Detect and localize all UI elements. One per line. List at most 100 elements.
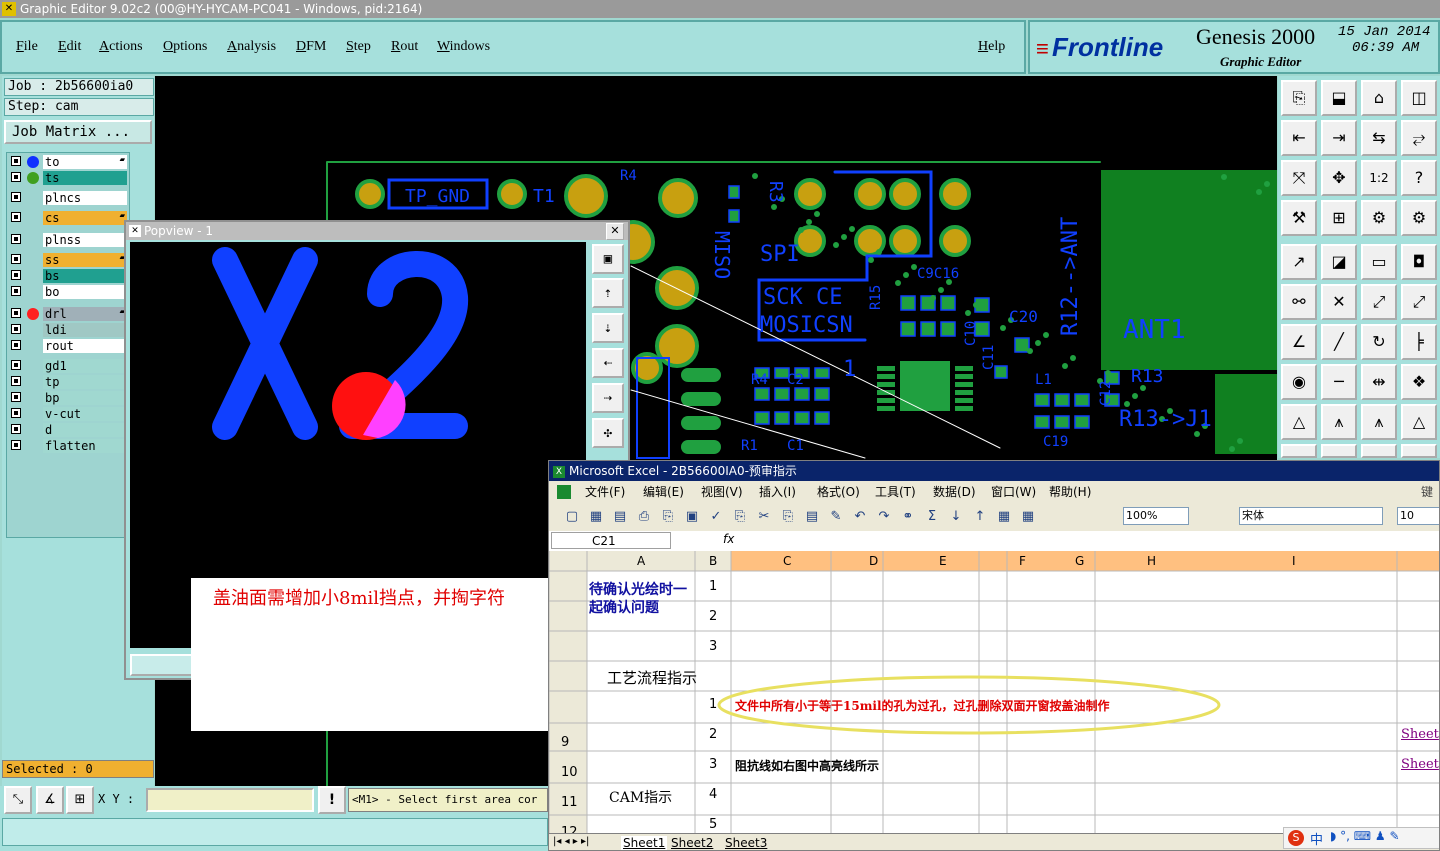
popview-tool-6[interactable]: ✣ xyxy=(592,418,624,448)
excel-toolbar-icon-15[interactable]: ⚭ xyxy=(899,508,917,526)
toolbox-button-28-icon[interactable]: ╞ xyxy=(1401,324,1437,360)
toolbox-button-32-icon[interactable]: ❖ xyxy=(1401,364,1437,400)
layer-row-bp[interactable]: bp xyxy=(9,391,127,405)
toolbox-button-21-icon[interactable]: ⚯ xyxy=(1281,284,1317,320)
excel-menu-tools[interactable]: 工具(T) xyxy=(875,481,916,503)
excel-toolbar-icon-8[interactable]: ⎘ xyxy=(731,508,749,526)
toolbox-button-38-icon[interactable] xyxy=(1321,444,1357,458)
excel-toolbar-icon-4[interactable]: ⎙ xyxy=(635,508,653,526)
sheet-hyperlink-2[interactable]: Sheet xyxy=(1401,757,1439,772)
name-box[interactable]: C21 xyxy=(551,532,671,549)
layer-row-cs[interactable]: cs ▰ xyxy=(9,211,127,225)
excel-toolbar-icon-12[interactable]: ✎ xyxy=(827,508,845,526)
toolbox-button-18-icon[interactable]: ◪ xyxy=(1321,244,1357,280)
toolbox-button-13-icon[interactable]: ⚒ xyxy=(1281,200,1317,236)
excel-doc-icon[interactable] xyxy=(557,485,571,499)
toolbox-button-34-icon[interactable]: ⩚ xyxy=(1321,404,1357,440)
toolbox-button-37-icon[interactable] xyxy=(1281,444,1317,458)
toolbox-button-20-icon[interactable]: ◘ xyxy=(1401,244,1437,280)
popview-tool-3[interactable]: ⇣ xyxy=(592,313,624,343)
column-header-h[interactable]: H xyxy=(1147,554,1156,568)
sheet-hyperlink-1[interactable]: Sheet xyxy=(1401,727,1439,742)
popview-tool-1[interactable]: ▣ xyxy=(592,244,624,274)
tab-sheet1[interactable]: Sheet1 xyxy=(621,836,668,850)
toolbox-button-29-icon[interactable]: ◉ xyxy=(1281,364,1317,400)
popview-tool-5[interactable]: ⇢ xyxy=(592,383,624,413)
excel-menu-file[interactable]: 文件(F) xyxy=(585,481,625,503)
layer-visibility-checkbox[interactable] xyxy=(11,234,21,244)
toolbox-button-39-icon[interactable] xyxy=(1361,444,1397,458)
excel-toolbar-icon-7[interactable]: ✓ xyxy=(707,508,725,526)
excel-menu-help[interactable]: 帮助(H) xyxy=(1049,481,1091,503)
row-header-10[interactable]: 10 xyxy=(561,765,578,780)
layer-row-to[interactable]: to ▰ xyxy=(9,155,127,169)
toolbox-button-25-icon[interactable]: ∠ xyxy=(1281,324,1317,360)
layer-row-bs[interactable]: bs xyxy=(9,269,127,283)
excel-toolbar-icon-1[interactable]: ▢ xyxy=(563,508,581,526)
menu-dfm[interactable]: DFM xyxy=(296,39,326,55)
excel-menu-data[interactable]: 数据(D) xyxy=(933,481,976,503)
menu-windows[interactable]: Windows xyxy=(437,39,490,55)
layer-visibility-checkbox[interactable] xyxy=(11,286,21,296)
tab-sheet3[interactable]: Sheet3 xyxy=(725,836,767,850)
column-header-f[interactable]: F xyxy=(1019,554,1026,568)
layer-visibility-checkbox[interactable] xyxy=(11,212,21,222)
layer-visibility-checkbox[interactable] xyxy=(11,376,21,386)
row-header-9[interactable]: 9 xyxy=(561,735,569,750)
row-header-11[interactable]: 11 xyxy=(561,795,578,810)
tab-nav-icon[interactable]: |◂ ◂ ▸ ▸| xyxy=(553,836,589,847)
layer-visibility-checkbox[interactable] xyxy=(11,308,21,318)
layer-row-rout[interactable]: rout xyxy=(9,339,127,353)
toolbox-button-23-icon[interactable]: ⤢ xyxy=(1361,284,1397,320)
toolbox-button-3-icon[interactable]: ⌂ xyxy=(1361,80,1397,116)
toolbox-button-33-icon[interactable]: △ xyxy=(1281,404,1317,440)
layer-visibility-checkbox[interactable] xyxy=(11,324,21,334)
layer-row-ldi[interactable]: ldi xyxy=(9,323,127,337)
toolbox-button-12-icon[interactable]: ? xyxy=(1401,160,1437,196)
column-header-d[interactable]: D xyxy=(869,554,878,568)
toolbox-button-2-icon[interactable]: ⬓ xyxy=(1321,80,1357,116)
job-matrix-button[interactable]: Job Matrix ... xyxy=(4,120,152,144)
toolbox-button-17-icon[interactable]: ↗ xyxy=(1281,244,1317,280)
toolbox-button-26-icon[interactable]: ╱ xyxy=(1321,324,1357,360)
toolbox-button-40-icon[interactable] xyxy=(1401,444,1437,458)
layer-row-drl[interactable]: drl ▰ xyxy=(9,307,127,321)
toolbox-button-27-icon[interactable]: ↻ xyxy=(1361,324,1397,360)
toolbox-button-8-icon[interactable]: ⥂ xyxy=(1401,120,1437,156)
toolbox-button-36-icon[interactable]: △ xyxy=(1401,404,1437,440)
layer-visibility-checkbox[interactable] xyxy=(11,270,21,280)
layer-visibility-checkbox[interactable] xyxy=(11,254,21,264)
excel-menu-edit[interactable]: 编辑(E) xyxy=(643,481,684,503)
excel-toolbar-icon-14[interactable]: ↷ xyxy=(875,508,893,526)
excel-toolbar-icon-13[interactable]: ↶ xyxy=(851,508,869,526)
excel-toolbar-icon-11[interactable]: ▤ xyxy=(803,508,821,526)
tab-sheet2[interactable]: Sheet2 xyxy=(671,836,713,850)
layer-row-plnss[interactable]: plnss xyxy=(9,233,127,247)
menu-actions[interactable]: Actions xyxy=(99,39,143,55)
toolbox-button-16-icon[interactable]: ⚙ xyxy=(1401,200,1437,236)
excel-menu-insert[interactable]: 插入(I) xyxy=(759,481,796,503)
layer-row-v-cut[interactable]: v-cut xyxy=(9,407,127,421)
toolbox-button-5-icon[interactable]: ⇤ xyxy=(1281,120,1317,156)
excel-toolbar-icon-16[interactable]: Σ xyxy=(923,508,941,526)
layer-row-bo[interactable]: bo xyxy=(9,285,127,299)
measure-button[interactable]: ∡ xyxy=(36,786,64,814)
xy-input[interactable] xyxy=(146,788,314,812)
excel-toolbar-icon-6[interactable]: ▣ xyxy=(683,508,701,526)
popview-close-button[interactable]: ✕ xyxy=(606,223,624,240)
ime-tools-icon[interactable]: ◗ °, ⌨ ♟ ✎ xyxy=(1330,829,1400,843)
menu-edit[interactable]: Edit xyxy=(58,39,81,55)
column-header-c[interactable]: C xyxy=(783,554,791,568)
grid-button[interactable]: ⊞ xyxy=(66,786,94,814)
ime-lang[interactable]: 中 xyxy=(1310,829,1323,848)
layer-row-gd1[interactable]: gd1 xyxy=(9,359,127,373)
toolbox-button-1-icon[interactable]: ⎘ xyxy=(1281,80,1317,116)
excel-toolbar-icon-19[interactable]: ▦ xyxy=(995,508,1013,526)
layer-row-ts[interactable]: ts xyxy=(9,171,127,185)
column-header-g[interactable]: G xyxy=(1075,554,1084,568)
layer-visibility-checkbox[interactable] xyxy=(11,424,21,434)
font-select[interactable]: 宋体 xyxy=(1239,507,1383,525)
excel-toolbar-icon-5[interactable]: ⎘ xyxy=(659,508,677,526)
toolbox-button-10-icon[interactable]: ✥ xyxy=(1321,160,1357,196)
layer-visibility-checkbox[interactable] xyxy=(11,192,21,202)
